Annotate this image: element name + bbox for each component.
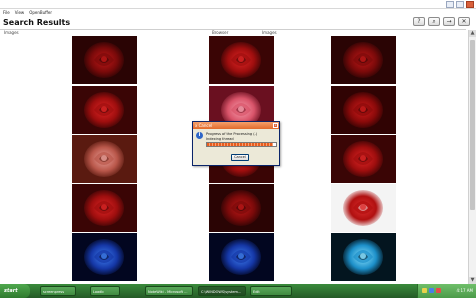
taskbar: start screenpress Loadb NoteWiki - Micro…: [0, 284, 476, 298]
image-thumbnail[interactable]: [209, 36, 274, 84]
image-thumbnail[interactable]: [331, 233, 396, 281]
clock: 4:17 AM: [456, 288, 473, 293]
help-button[interactable]: ?: [413, 17, 425, 26]
image-thumbnail[interactable]: [72, 86, 137, 134]
taskbar-item-loadb[interactable]: Loadb: [90, 286, 120, 296]
rose-image: [72, 36, 137, 84]
rose-image: [72, 233, 137, 281]
header-divider: [0, 29, 466, 30]
rose-image: [331, 184, 396, 232]
menu-bar: File View OpenBuffer: [0, 9, 476, 17]
image-thumbnail[interactable]: [331, 86, 396, 134]
menu-view[interactable]: View: [15, 9, 25, 17]
progress-bar: [206, 142, 277, 147]
dialog-title-bar: x Cancel x: [193, 122, 279, 129]
progress-fill: [207, 143, 273, 146]
taskbar-item-edit[interactable]: Edit: [250, 286, 292, 296]
tray-network-icon[interactable]: [422, 288, 427, 293]
taskbar-item-notewiki[interactable]: NoteWiki - Microsoft ...: [145, 286, 193, 296]
rose-image: [209, 233, 274, 281]
rose-image: [72, 184, 137, 232]
dialog-message: Progress of the Processing (-): [206, 132, 258, 136]
maximize-button[interactable]: [456, 1, 464, 8]
image-thumbnail[interactable]: [72, 135, 137, 183]
scroll-up-icon[interactable]: ▲: [469, 30, 476, 37]
taskbar-item-system[interactable]: C:\WINDOWS\system...: [198, 286, 246, 296]
vertical-scrollbar[interactable]: ▲ ▼: [468, 30, 476, 284]
menu-file[interactable]: File: [3, 9, 10, 17]
image-thumbnail[interactable]: [72, 233, 137, 281]
window-controls: [446, 1, 474, 8]
progress-dialog: x Cancel x i Progress of the Processing …: [192, 121, 280, 166]
tray-volume-icon[interactable]: [429, 288, 434, 293]
rose-image: [331, 86, 396, 134]
window-title-bar: [0, 0, 476, 9]
image-thumbnail[interactable]: [331, 135, 396, 183]
dialog-title: x Cancel: [195, 123, 213, 128]
dialog-status: Indexing thread: [206, 137, 234, 141]
image-thumbnail[interactable]: [209, 184, 274, 232]
rose-image: [209, 184, 274, 232]
rose-image: [331, 135, 396, 183]
page-title: Search Results: [3, 18, 71, 27]
toolbar: ? ⌕ → ✕: [413, 17, 470, 26]
column-header-browser: Browser: [212, 30, 229, 35]
search-button[interactable]: ⌕: [428, 17, 440, 26]
taskbar-item-screenpress[interactable]: screenpress: [40, 286, 76, 296]
close-button[interactable]: [466, 1, 474, 8]
rose-image: [72, 135, 137, 183]
close-results-button[interactable]: ✕: [458, 17, 470, 26]
rose-image: [72, 86, 137, 134]
dialog-close-button[interactable]: x: [273, 123, 278, 128]
scroll-thumb[interactable]: [470, 40, 475, 210]
rose-image: [331, 233, 396, 281]
minimize-button[interactable]: [446, 1, 454, 8]
image-thumbnail[interactable]: [72, 36, 137, 84]
cancel-button[interactable]: Cancel: [231, 154, 249, 161]
scroll-down-icon[interactable]: ▼: [469, 277, 476, 284]
tray-security-icon[interactable]: [436, 288, 441, 293]
menu-openbuffer[interactable]: OpenBuffer: [29, 9, 52, 17]
forward-button[interactable]: →: [443, 17, 455, 26]
image-thumbnail[interactable]: [331, 184, 396, 232]
system-tray: 4:17 AM: [417, 284, 476, 298]
image-thumbnail[interactable]: [331, 36, 396, 84]
image-thumbnail[interactable]: [209, 233, 274, 281]
info-icon: i: [196, 132, 203, 139]
column-header-images-right: Images: [262, 30, 277, 35]
rose-image: [209, 36, 274, 84]
rose-image: [331, 36, 396, 84]
image-thumbnail[interactable]: [72, 184, 137, 232]
start-button[interactable]: start: [0, 284, 30, 298]
column-header-images-left: Images: [4, 30, 19, 35]
